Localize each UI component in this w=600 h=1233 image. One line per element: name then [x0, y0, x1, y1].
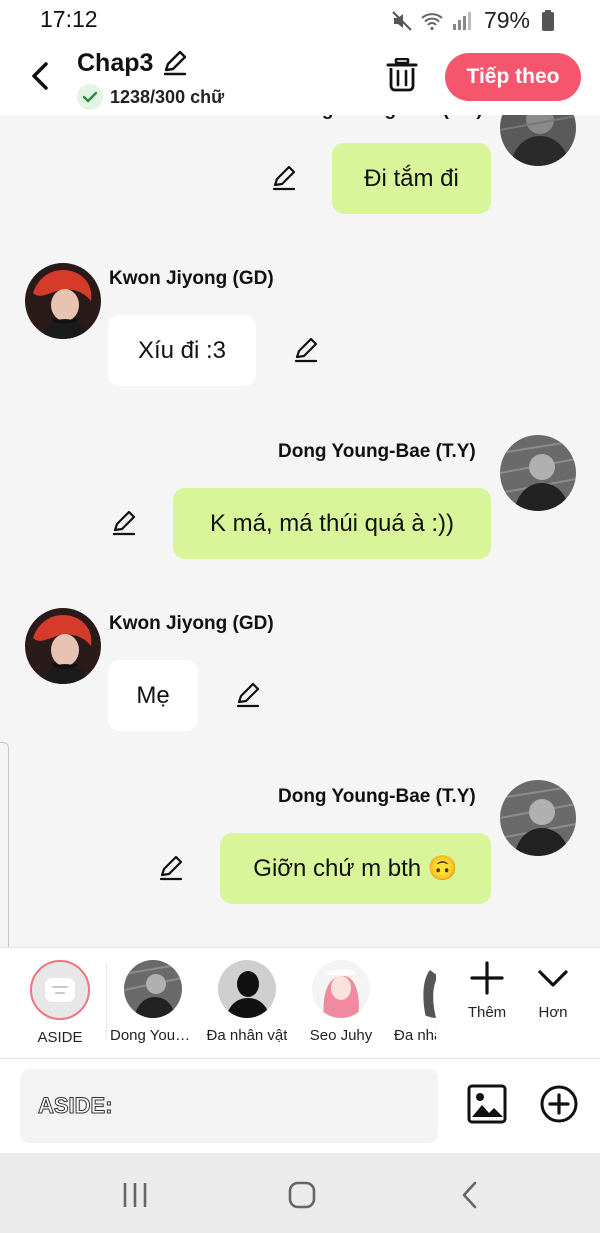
- add-character-button[interactable]: Thêm: [452, 960, 522, 1021]
- pencil-icon: [294, 337, 318, 363]
- sender-name: Dong Young-Bae (T.Y): [278, 786, 476, 807]
- mute-icon: [392, 10, 412, 31]
- pencil-icon: [272, 165, 296, 191]
- next-button[interactable]: Tiếp theo: [445, 53, 581, 101]
- character-label: Dong Young-Bae (T.Y): [110, 1027, 196, 1044]
- status-time: 17:12: [40, 6, 98, 32]
- delete-button[interactable]: [384, 56, 420, 94]
- character-avatar: [312, 960, 370, 1018]
- insert-image-button[interactable]: [466, 1083, 508, 1125]
- character-item[interactable]: Dong Young-Bae (T.Y): [108, 960, 198, 1044]
- back-arrow-icon: [32, 62, 48, 90]
- more-button[interactable]: Hơn: [518, 960, 588, 1021]
- sender-name: Dong Young-Bae (T.Y): [278, 441, 476, 462]
- home-icon: [288, 1181, 316, 1209]
- battery-icon: [542, 9, 554, 31]
- battery-percent: 79%: [483, 7, 530, 33]
- aside-icon: [30, 960, 90, 1020]
- message-input[interactable]: ASIDE:: [20, 1069, 438, 1143]
- image-icon: [467, 1084, 507, 1124]
- message-bubble[interactable]: K má, má thúi quá à :)): [173, 488, 491, 559]
- edit-message-button[interactable]: [270, 164, 298, 192]
- title-row: Chap3: [77, 48, 191, 78]
- pencil-icon: [236, 682, 260, 708]
- system-nav-bar: [0, 1153, 600, 1233]
- plus-circle-icon: [540, 1085, 578, 1123]
- character-bar: ASIDE Dong Young-Bae (T.Y) Đa nhân vật S…: [0, 947, 600, 1057]
- more-label: Hơn: [538, 1004, 568, 1021]
- character-label: ASIDE: [37, 1029, 83, 1046]
- recent-apps-button[interactable]: [117, 1177, 153, 1213]
- home-button[interactable]: [284, 1177, 320, 1213]
- check-icon: [77, 84, 103, 110]
- pencil-icon: [112, 510, 136, 536]
- message-bubble[interactable]: Đi tắm đi: [332, 143, 491, 214]
- character-label: Đa nhân vật: [206, 1027, 288, 1044]
- divider: [106, 964, 107, 1038]
- character-label: Seo Juhy: [309, 1027, 373, 1044]
- character-item[interactable]: Seo Juhy: [296, 960, 386, 1044]
- signal-icon: [452, 11, 471, 30]
- edit-message-button[interactable]: [157, 854, 185, 882]
- sender-name: Kwon Jiyong (GD): [109, 613, 274, 634]
- wifi-icon: [421, 12, 443, 30]
- pencil-icon: [159, 855, 183, 881]
- add-button[interactable]: [538, 1083, 580, 1125]
- trash-icon: [386, 58, 418, 92]
- word-count-text: 1238/300 chữ: [110, 86, 225, 107]
- side-drawer-handle[interactable]: [0, 742, 9, 970]
- back-button[interactable]: [22, 58, 58, 94]
- system-back-button[interactable]: [452, 1177, 488, 1213]
- message-bubble[interactable]: Mẹ: [108, 660, 198, 731]
- add-label: Thêm: [467, 1004, 507, 1021]
- character-avatar: [218, 960, 276, 1018]
- chevron-down-icon: [538, 970, 568, 987]
- plus-icon: [470, 961, 504, 995]
- character-label: Đa nhân vật: [394, 1027, 436, 1044]
- status-bar: 17:12 79%: [0, 0, 600, 40]
- character-avatar: [408, 960, 436, 1018]
- message-bubble[interactable]: Giỡn chứ m bth 🙃: [220, 833, 491, 904]
- sender-avatar[interactable]: [500, 115, 576, 166]
- chapter-title: Chap3: [77, 48, 154, 77]
- sender-avatar[interactable]: [500, 780, 576, 856]
- character-item[interactable]: Đa nhân vật: [390, 960, 436, 1044]
- message-bubble[interactable]: Xíu đi :3: [108, 315, 256, 386]
- word-count: 1238/300 chữ: [77, 84, 224, 110]
- sender-avatar[interactable]: [25, 263, 101, 339]
- character-avatar: [124, 960, 182, 1018]
- edit-message-button[interactable]: [110, 509, 138, 537]
- sender-name: Kwon Jiyong (GD): [109, 268, 274, 289]
- character-item[interactable]: Đa nhân vật: [202, 960, 292, 1044]
- edit-title-button[interactable]: [161, 48, 191, 78]
- chat-area[interactable]: Dong Young-Bae (T.Y) Đi tắm đi Kwon Jiyo…: [0, 115, 600, 947]
- sender-name: Dong Young-Bae (T.Y): [285, 115, 483, 121]
- character-aside[interactable]: ASIDE: [15, 960, 105, 1046]
- app-header: Chap3 1238/300 chữ Tiếp theo: [0, 40, 600, 115]
- edit-message-button[interactable]: [234, 681, 262, 709]
- status-icons: 79%: [390, 7, 560, 34]
- recents-icon: [123, 1183, 147, 1207]
- input-placeholder: ASIDE:: [38, 1093, 114, 1119]
- pencil-icon: [164, 50, 187, 76]
- sender-avatar[interactable]: [500, 435, 576, 511]
- edit-message-button[interactable]: [292, 336, 320, 364]
- sender-avatar[interactable]: [25, 608, 101, 684]
- back-icon: [462, 1181, 477, 1209]
- input-bar: ASIDE:: [0, 1058, 600, 1153]
